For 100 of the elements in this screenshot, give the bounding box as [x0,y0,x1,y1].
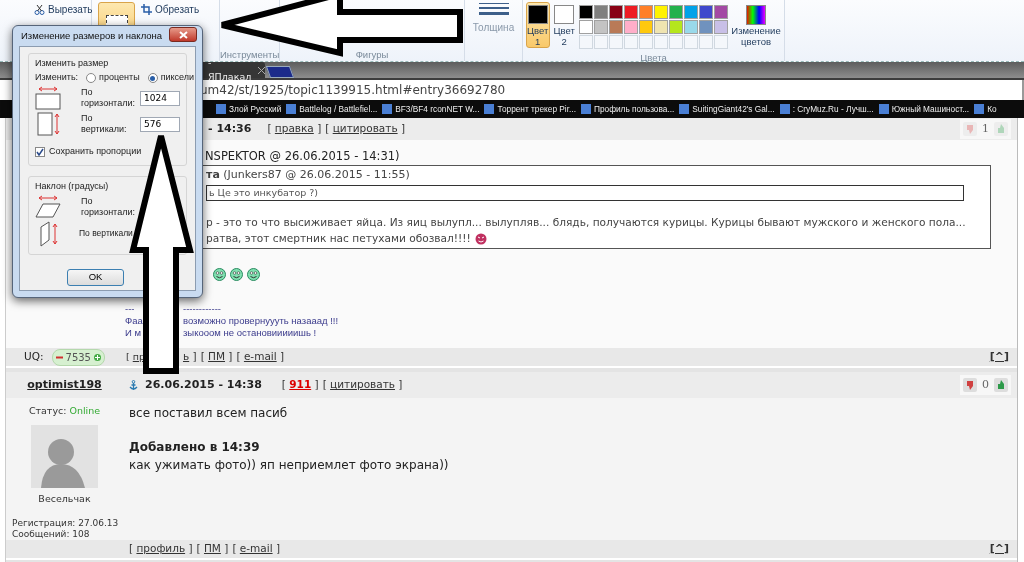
reputation-counter: 7535 [51,348,105,366]
post-link[interactable]: [ 911 ] [281,377,319,393]
thumbs-down-icon [963,122,977,136]
quote-author: та (Junkers87 @ 26.06.2015 - 11:55) [206,167,411,184]
footer-link[interactable]: [ профиль ] [129,541,193,557]
author-link[interactable]: optimist198 [27,376,102,394]
bookmark[interactable]: Battlelog / Battlefiel... [286,102,378,116]
color-swatch[interactable] [639,5,653,19]
ok-button[interactable]: OK [67,268,124,286]
devil-smiley-icon [474,232,487,245]
favicon-icon [580,104,591,114]
quote-author: NSPEKTOR @ 26.06.2015 - 14:31) [205,148,401,165]
quote-text: р - это то что высиживает яйца. Из яиц вылупл... вылупляв... блядь, получаются курицы. Курицы бывают мужского и женского пола... [206,215,967,230]
color-swatch[interactable] [684,5,698,19]
favicon-icon [679,104,690,114]
profile-link[interactable]: ь ] [183,349,197,365]
footer-link[interactable]: [ ПМ ] [200,349,233,365]
signature-rule: ------------ [183,302,221,315]
color-swatch[interactable] [654,20,668,34]
user-rank: Весельчак [38,491,91,506]
post-time: 26.06.2015 - 14:38 [145,376,262,393]
user-status: Статус: Online [28,404,101,418]
color-swatch[interactable] [609,5,623,19]
plus-icon [93,353,101,361]
back-to-top-link[interactable]: [^] [989,540,1009,558]
color-slot[interactable]: Цвет 2 [552,2,576,48]
new-tab-button[interactable] [265,66,295,78]
color-swatch[interactable] [684,20,698,34]
back-to-top-link[interactable]: [^] [989,348,1009,366]
crop-icon [141,3,152,15]
bookmark[interactable]: Торрент трекер Pir... [484,102,576,116]
thumbs-up-icon [994,122,1008,136]
horizontal-resize-icon [35,86,61,110]
group-label: Инструменты [220,48,279,61]
post-time: - 14:36 [208,120,252,137]
bookmark[interactable]: BF3/BF4 rconNET W... [382,102,480,116]
crop-button[interactable]: Обрезать [141,2,200,16]
signature-text: возможно провернуууть назааад !!! [183,314,339,327]
favicon-icon [779,104,790,114]
color-swatch[interactable] [579,5,593,19]
color-swatch[interactable] [654,5,668,19]
color-swatch[interactable] [699,5,713,19]
bookmark[interactable]: Профиль пользова... [580,102,675,116]
post-link[interactable]: [ цитировать ] [325,121,406,137]
group-title: Наклон (градусы) [35,179,110,192]
favicon-icon [382,104,393,114]
color-swatch[interactable] [714,20,728,34]
quote-text: ратва, этот смертник нас петухами обозвал!!!! [206,230,471,246]
signature-text: Фаа [125,314,141,327]
check-icon [36,147,44,156]
signature-text: И м [125,326,141,339]
color-swatch[interactable] [639,20,653,34]
color-swatch[interactable] [624,20,638,34]
color-swatch[interactable] [699,20,713,34]
footer-link[interactable]: [ e-mail ] [236,349,285,365]
bookmark[interactable]: : CryMuz.Ru - Лучш... [779,102,874,116]
input-field[interactable]: 1024 [140,90,180,106]
favicon-icon [974,104,985,114]
color-swatch[interactable] [609,20,623,34]
bookmark[interactable]: Ко [974,102,997,116]
bookmark[interactable]: SuitingGiant42's Gal... [679,102,775,116]
post-text: все поставил всем пасиб [129,405,289,422]
registration-date: Регистрация: 27.06.13 [12,518,119,529]
color-swatch[interactable] [579,20,593,34]
bookmark[interactable]: Южный Машиност... [878,102,970,116]
footer-link[interactable]: [ ПМ ] [196,541,229,557]
color-spectrum-icon [746,5,766,25]
post-link[interactable]: [ цитировать ] [322,377,403,393]
keep-ratio-checkbox[interactable]: Сохранить пропорции [35,145,180,159]
favicon-icon [216,104,226,114]
bookmark[interactable]: Злой Русский [216,102,282,116]
close-icon [258,66,265,74]
vote-widget: 0 [960,374,1011,396]
smiley-icon [213,267,226,281]
color-swatch[interactable] [594,20,608,34]
field-label: По горизонтали: [81,195,136,218]
post-link[interactable]: [ правка ] [267,121,322,137]
edit-colors-button[interactable]: Изменение цветов [731,2,781,48]
color-swatch[interactable] [624,5,638,19]
field-label: По вертикали: [81,113,128,135]
color-swatch[interactable] [669,20,683,34]
color-slot[interactable]: Цвет 1 [526,2,550,48]
color-swatch[interactable] [714,5,728,19]
close-button[interactable] [169,27,197,42]
footer-link[interactable]: [ e-mail ] [232,541,280,557]
vote-widget: 1 [960,118,1011,140]
input-field[interactable]: 576 [140,116,180,132]
group-label: Цвета [639,51,668,64]
post-heading: Добавлено в 14:39 [129,439,261,456]
color-swatch[interactable] [669,5,683,19]
field-label: По вертикали [79,228,134,239]
favicon-icon [286,104,297,114]
thumbs-down-icon [963,378,977,392]
cut-button[interactable]: Вырезать [34,2,93,16]
group-label: Фигуры [354,48,390,61]
favicon-icon [878,104,889,114]
color-swatch[interactable] [594,5,608,19]
smiley-icon [247,267,260,281]
signature-rule: --- [125,302,136,315]
scissors-icon [34,3,45,15]
